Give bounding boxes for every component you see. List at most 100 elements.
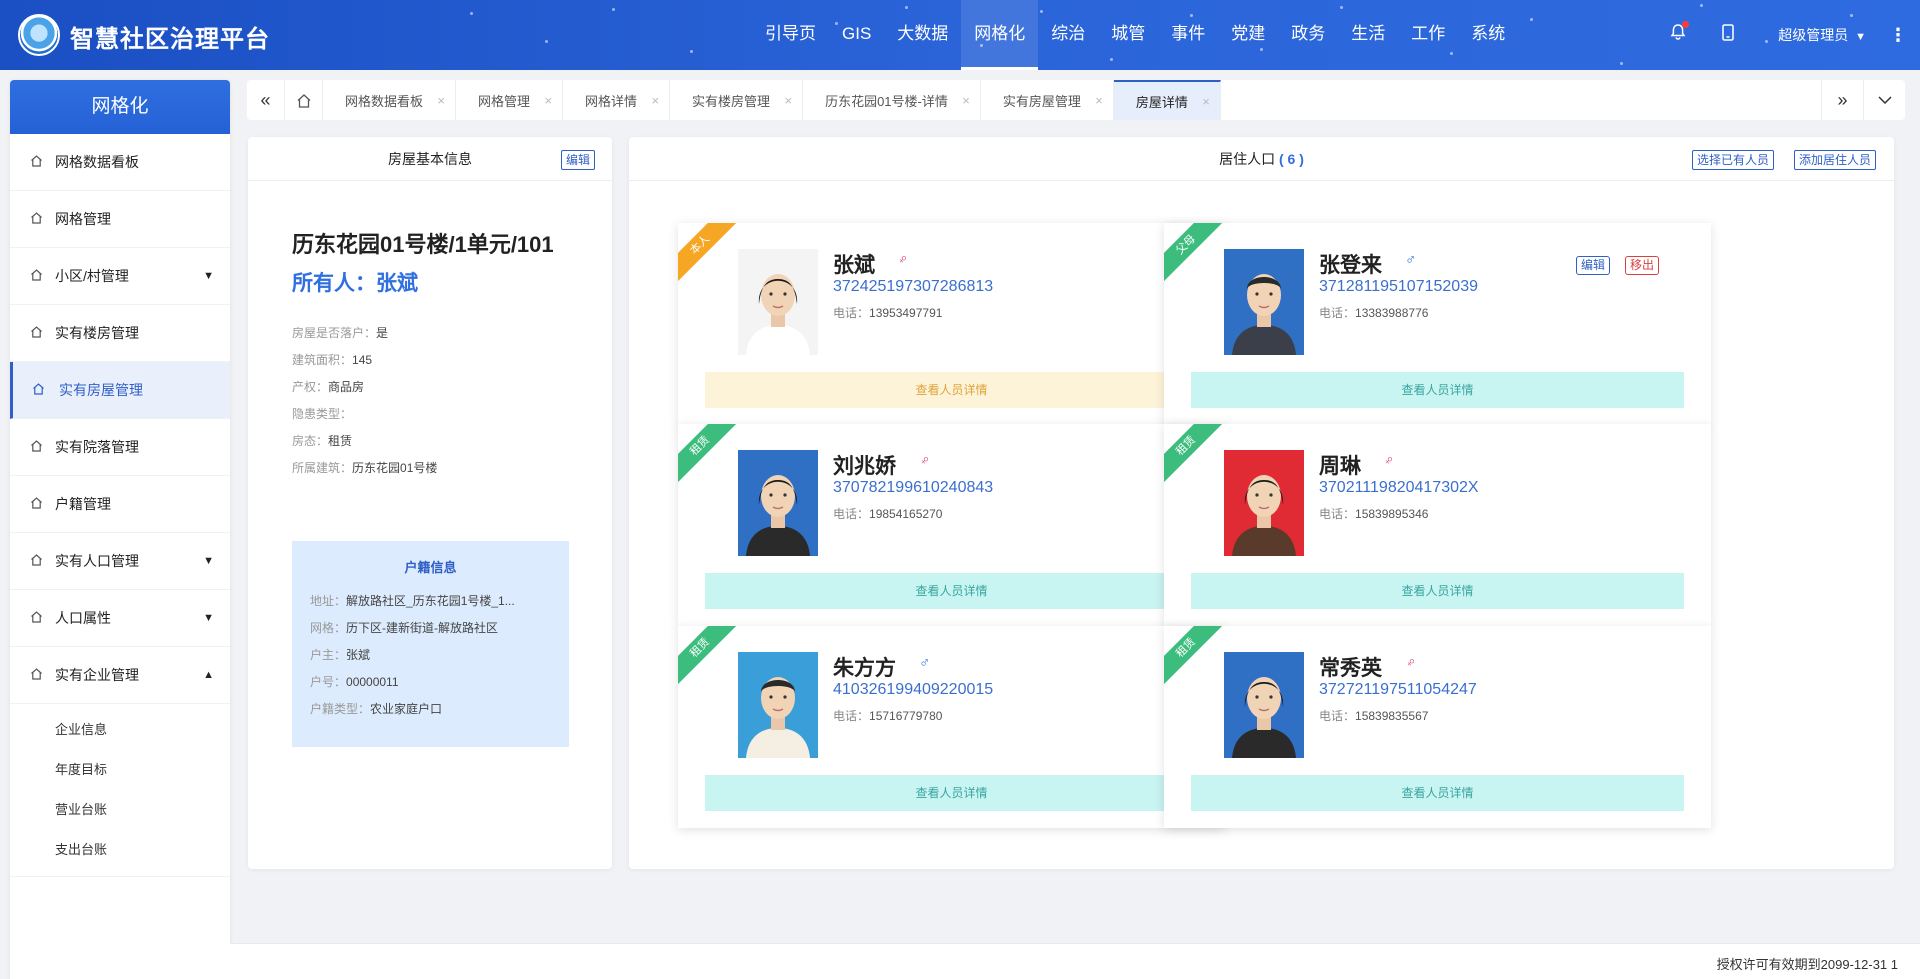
tab[interactable]: 历东花园01号楼-详情 ×: [803, 80, 981, 120]
sidebar-item[interactable]: 网格数据看板: [10, 134, 230, 191]
tab-label: 实有楼房管理: [692, 93, 771, 109]
resident-name: 张斌: [833, 254, 875, 277]
household-label: 地址：: [310, 594, 347, 608]
more-vertical-icon[interactable]: ⋮: [1876, 25, 1920, 46]
sidebar-item[interactable]: 人口属性 ▼: [10, 590, 230, 647]
sidebar-item[interactable]: 户籍管理: [10, 476, 230, 533]
resident-phone: 电话：15716779780: [833, 707, 942, 724]
edit-house-button[interactable]: 编辑: [560, 150, 595, 170]
tab-label: 网格详情: [585, 93, 638, 109]
tab-label: 网格数据看板: [345, 93, 424, 109]
residents-grid: 本人 张斌 ♀ 372425197307286813 电话：13953497791 查看人…: [629, 181, 1894, 869]
scroll-tabs-left-icon[interactable]: «: [247, 80, 285, 120]
mobile-icon[interactable]: [1698, 24, 1758, 46]
top-nav-item[interactable]: 政务: [1278, 0, 1338, 70]
female-icon: ♀: [914, 450, 935, 471]
home-icon: [30, 248, 43, 305]
sidebar-subitem[interactable]: 营业台账: [10, 790, 230, 830]
tabs-dropdown-icon[interactable]: [1863, 80, 1905, 120]
sidebar-item[interactable]: 网格管理: [10, 191, 230, 248]
top-nav-item[interactable]: 综治: [1038, 0, 1098, 70]
phone-value: 15839895346: [1355, 507, 1429, 521]
tab[interactable]: 实有楼房管理 ×: [670, 80, 804, 120]
top-nav-item[interactable]: 事件: [1158, 0, 1218, 70]
sidebar-item[interactable]: 小区/村管理 ▼: [10, 248, 230, 305]
user-menu[interactable]: 超级管理员 ▼: [1758, 25, 1876, 45]
home-icon: [30, 647, 43, 704]
close-icon[interactable]: ×: [962, 93, 970, 108]
resident-name: 周琳: [1319, 455, 1361, 478]
female-icon: ♀: [892, 249, 913, 270]
sidebar-item[interactable]: 实有人口管理 ▼: [10, 533, 230, 590]
household-value: 00000011: [346, 675, 399, 689]
sidebar-title: 网格化: [10, 80, 230, 134]
tab[interactable]: 网格详情 ×: [563, 80, 671, 120]
phone-value: 15716779780: [869, 709, 943, 723]
household-label: 户主：: [310, 648, 347, 662]
scroll-tabs-right-icon[interactable]: »: [1821, 80, 1863, 120]
view-person-detail-button[interactable]: 查看人员详情: [705, 775, 1198, 811]
sidebar-subitem[interactable]: 支出台账: [10, 830, 230, 870]
top-nav-item[interactable]: 党建: [1218, 0, 1278, 70]
house-attribute-row: 建筑面积：145: [292, 347, 437, 374]
view-person-detail-button[interactable]: 查看人员详情: [1191, 573, 1684, 609]
sidebar-subitem[interactable]: 年度目标: [10, 750, 230, 790]
close-icon[interactable]: ×: [437, 93, 445, 108]
sidebar-item-label: 实有人口管理: [55, 553, 139, 569]
house-address-title: 历东花园01号楼/1单元/101: [292, 232, 554, 257]
phone-value: 15839835567: [1355, 709, 1429, 723]
resident-card: 租赁 常秀英 ♀ 372721197511054247 电话：15839835567 查看…: [1164, 626, 1711, 828]
add-resident-button[interactable]: 添加居住人员: [1793, 150, 1876, 170]
sidebar-item[interactable]: 实有企业管理 ▲: [10, 647, 230, 704]
app-logo: [18, 14, 60, 56]
sidebar-item-label: 户籍管理: [55, 496, 111, 512]
resident-card: 租赁 刘兆娇 ♀ 370782199610240843 电话：19854165270 查看…: [678, 424, 1225, 626]
tab[interactable]: 房屋详情 ×: [1113, 80, 1221, 120]
close-icon[interactable]: ×: [1202, 94, 1210, 109]
close-icon[interactable]: ×: [1095, 93, 1103, 108]
relation-tag: 父母: [1164, 223, 1229, 288]
top-nav-item[interactable]: 网格化: [961, 0, 1039, 70]
close-icon[interactable]: ×: [784, 93, 792, 108]
relation-tag: 租赁: [678, 626, 743, 691]
attribute-value: 历东花园01号楼: [352, 461, 438, 475]
remove-resident-button[interactable]: 移出: [1625, 256, 1660, 275]
select-existing-person-button[interactable]: 选择已有人员: [1691, 150, 1774, 170]
tab[interactable]: 实有房屋管理 ×: [981, 80, 1114, 120]
resident-id-number: 370782199610240843: [833, 479, 994, 496]
phone-value: 19854165270: [869, 507, 943, 521]
house-attribute-row: 房屋是否落户：是: [292, 320, 437, 347]
household-row: 户号：00000011: [292, 669, 532, 696]
chevron-down-icon: ▼: [203, 555, 214, 567]
sidebar-item-label: 网格管理: [55, 211, 111, 227]
top-nav-item[interactable]: GIS: [829, 0, 884, 70]
tab-label: 历东花园01号楼-详情: [825, 93, 948, 109]
sidebar-item[interactable]: 实有房屋管理: [10, 362, 230, 419]
close-icon[interactable]: ×: [651, 93, 659, 108]
edit-resident-button[interactable]: 编辑: [1576, 256, 1611, 275]
bell-icon[interactable]: [1658, 21, 1698, 46]
view-person-detail-button[interactable]: 查看人员详情: [705, 372, 1198, 408]
top-nav-item[interactable]: 生活: [1338, 0, 1398, 70]
home-icon: [30, 533, 43, 590]
tab[interactable]: 网格管理 ×: [456, 80, 564, 120]
top-nav-item[interactable]: 大数据: [884, 0, 961, 70]
top-nav-item[interactable]: 工作: [1398, 0, 1458, 70]
top-nav-item[interactable]: 引导页: [752, 0, 829, 70]
home-icon: [30, 134, 43, 191]
top-nav-item[interactable]: 系统: [1458, 0, 1518, 70]
view-person-detail-button[interactable]: 查看人员详情: [1191, 775, 1684, 811]
view-person-detail-button[interactable]: 查看人员详情: [705, 573, 1198, 609]
home-tab-icon[interactable]: [285, 80, 323, 120]
view-person-detail-button[interactable]: 查看人员详情: [1191, 372, 1684, 408]
sidebar-subitem[interactable]: 企业信息: [10, 710, 230, 750]
close-icon[interactable]: ×: [544, 93, 552, 108]
top-nav-item[interactable]: 城管: [1098, 0, 1158, 70]
house-info-panel: 房屋基本信息 编辑 历东花园01号楼/1单元/101 所有人：张斌 房屋是否落户…: [248, 137, 612, 869]
sidebar-item[interactable]: 实有楼房管理: [10, 305, 230, 362]
sidebar-item[interactable]: 实有院落管理: [10, 419, 230, 476]
house-panel-title: 房屋基本信息: [388, 151, 472, 167]
chevron-down-icon: ▼: [203, 612, 214, 624]
tab[interactable]: 网格数据看板 ×: [323, 80, 457, 120]
phone-value: 13953497791: [869, 306, 943, 320]
